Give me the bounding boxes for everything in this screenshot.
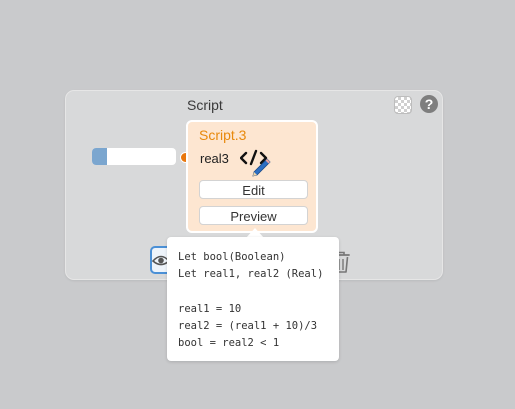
script-name: Script.3 xyxy=(199,127,247,143)
panel-title: Script xyxy=(187,97,223,113)
code-line: real1 = 10 xyxy=(178,302,242,315)
workspace-canvas: Script ? Script.3 real3 Edit Preview Let… xyxy=(0,0,515,409)
code-line: bool = real2 < 1 xyxy=(178,337,280,350)
variable-name: real3 xyxy=(200,151,229,166)
transparency-checker-icon[interactable] xyxy=(394,96,412,114)
edit-button[interactable]: Edit xyxy=(199,180,308,199)
code-line: Let real1, real2 (Real) xyxy=(178,268,324,281)
code-brackets xyxy=(240,149,268,166)
input-slider[interactable] xyxy=(92,148,176,165)
input-slider-fill xyxy=(92,148,107,165)
help-icon[interactable]: ? xyxy=(420,95,438,113)
code-line: Let bool(Boolean) xyxy=(178,251,286,263)
code-line: real2 = (real1 + 10)/3 xyxy=(178,320,318,333)
script-preview-tooltip: Let bool(Boolean) Let real1, real2 (Real… xyxy=(167,237,339,361)
code-edit-icon[interactable] xyxy=(240,147,272,177)
preview-button[interactable]: Preview xyxy=(199,206,308,225)
